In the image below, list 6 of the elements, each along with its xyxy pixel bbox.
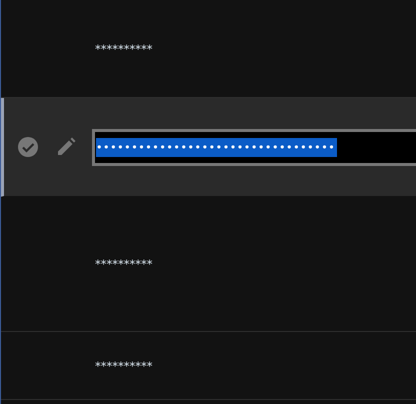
masked-password: **********: [95, 42, 152, 56]
pencil-icon[interactable]: [56, 137, 76, 157]
masked-password: **********: [95, 358, 152, 372]
password-field[interactable]: ••••••••••••••••••••••••••••••••••: [92, 128, 416, 166]
check-circle-icon[interactable]: [18, 137, 38, 157]
masked-password: **********: [95, 257, 152, 271]
